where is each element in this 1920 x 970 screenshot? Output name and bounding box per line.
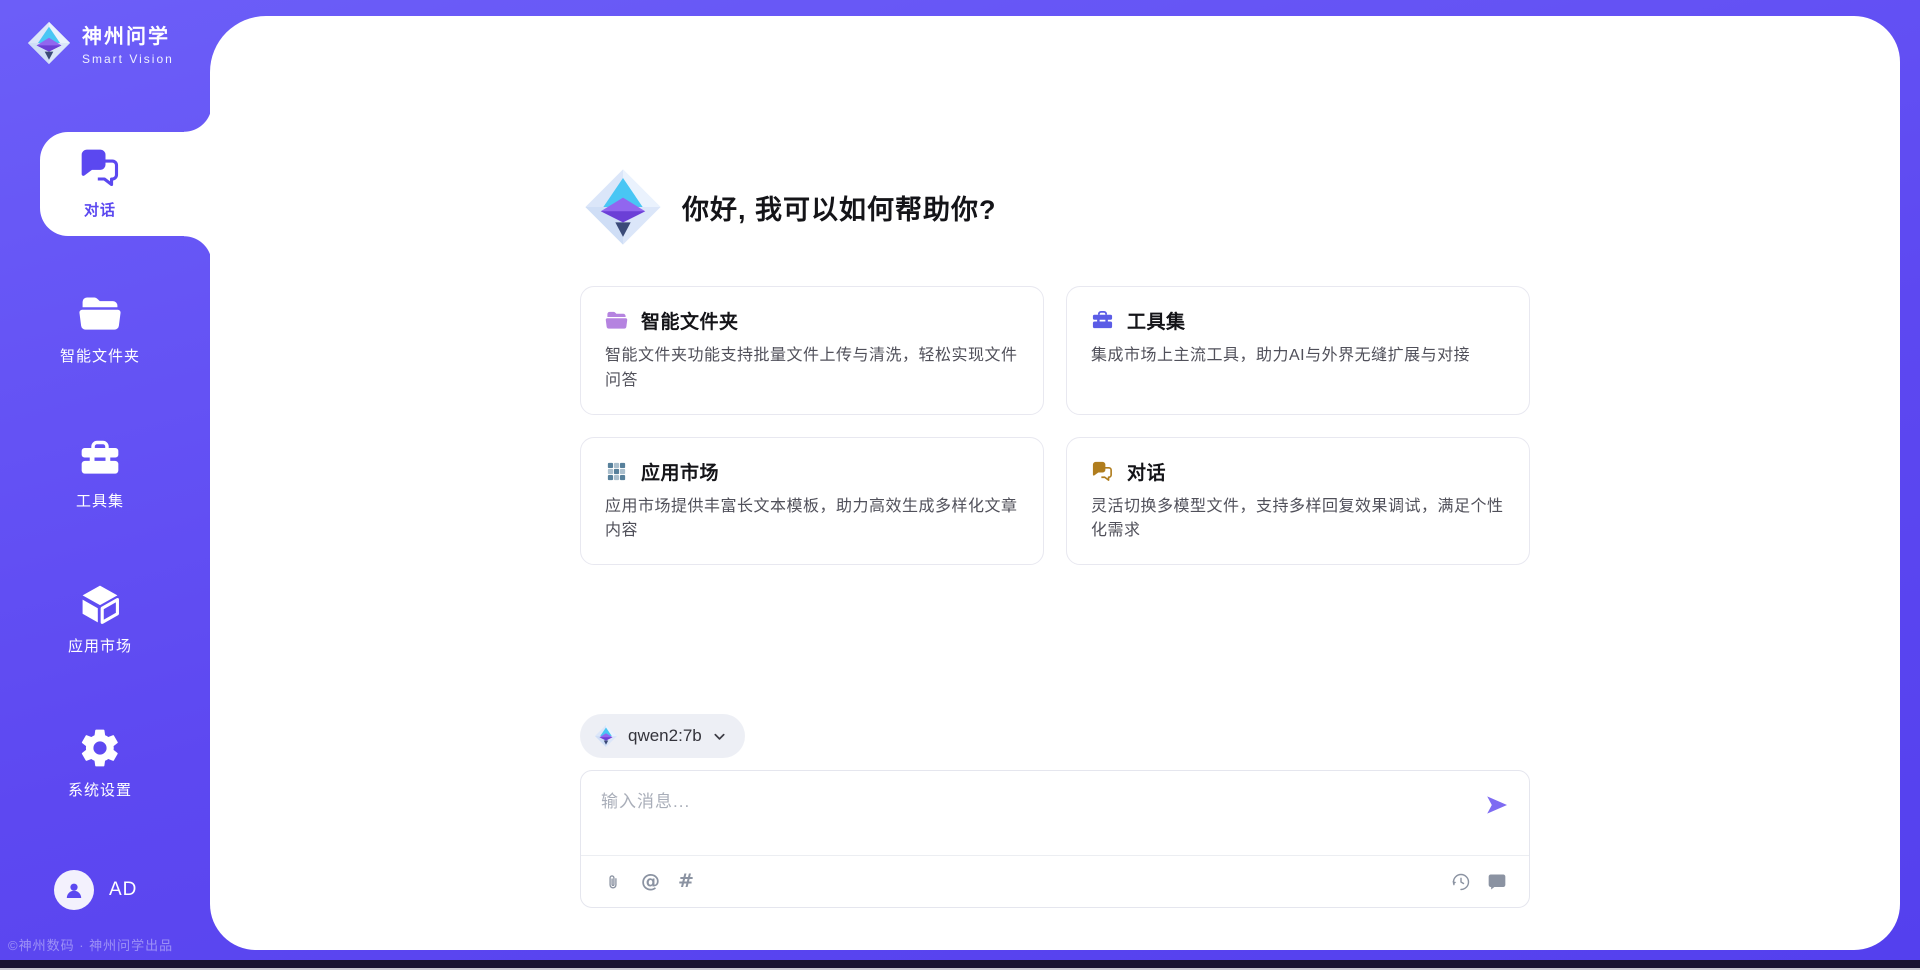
history-icon (1451, 872, 1471, 892)
greeting-title: 你好, 我可以如何帮助你? (682, 188, 997, 227)
chat-icon (78, 146, 122, 190)
sidebar-item-label: 系统设置 (68, 779, 132, 800)
sidebar-item-label: 应用市场 (68, 635, 132, 656)
chevron-down-icon (712, 729, 727, 744)
send-button[interactable] (1485, 793, 1509, 820)
sidebar-item-toolset[interactable]: 工具集 (0, 437, 200, 511)
gear-icon (78, 726, 122, 770)
sidebar-item-label: 对话 (84, 199, 116, 220)
avatar (54, 870, 94, 910)
main-panel: 你好, 我可以如何帮助你? 智能文件夹 智能文件夹功能支持批量文件上传与清洗，轻… (210, 16, 1900, 950)
brand-gem-icon (26, 20, 72, 66)
user-icon (62, 878, 86, 902)
grid-icon (605, 460, 628, 483)
composer: @ # (580, 770, 1530, 908)
message-mode-button[interactable] (1487, 872, 1507, 892)
sidebar-item-app-market[interactable]: 应用市场 (0, 582, 200, 656)
card-title: 工具集 (1127, 307, 1186, 334)
model-selector[interactable]: qwen2:7b (580, 714, 745, 758)
greeting: 你好, 我可以如何帮助你? (582, 166, 1530, 248)
folder-icon (78, 292, 122, 336)
message-icon (1487, 872, 1507, 892)
card-title: 智能文件夹 (641, 307, 739, 334)
feature-cards: 智能文件夹 智能文件夹功能支持批量文件上传与清洗，轻松实现文件问答 工具集 集成… (580, 286, 1530, 565)
card-description: 集成市场上主流工具，助力AI与外界无缝扩展与对接 (1091, 344, 1505, 369)
sidebar-item-settings[interactable]: 系统设置 (0, 726, 200, 800)
card-smart-folder[interactable]: 智能文件夹 智能文件夹功能支持批量文件上传与清洗，轻松实现文件问答 (580, 286, 1044, 415)
attachment-button[interactable] (603, 872, 623, 892)
card-title: 对话 (1127, 458, 1166, 485)
card-chat[interactable]: 对话 灵活切换多模型文件，支持多样回复效果调试，满足个性化需求 (1066, 437, 1530, 566)
message-input[interactable] (601, 787, 1475, 839)
chat-icon (1091, 460, 1114, 483)
send-icon (1485, 793, 1509, 817)
card-description: 灵活切换多模型文件，支持多样回复效果调试，满足个性化需求 (1091, 495, 1505, 545)
card-app-market[interactable]: 应用市场 应用市场提供丰富长文本模板，助力高效生成多样化文章内容 (580, 437, 1044, 566)
model-gem-icon (594, 724, 618, 748)
user-account[interactable]: AD (54, 870, 137, 910)
history-button[interactable] (1451, 872, 1471, 892)
brand: 神州问学 Smart Vision (26, 20, 174, 66)
greeting-gem-icon (582, 166, 664, 248)
folder-icon (605, 309, 628, 332)
card-description: 应用市场提供丰富长文本模板，助力高效生成多样化文章内容 (605, 495, 1019, 545)
toolbox-icon (78, 437, 122, 481)
copyright-footer: ©神州数码 · 神州问学出品 (8, 935, 208, 954)
user-name: AD (109, 879, 137, 901)
model-name: qwen2:7b (628, 726, 702, 746)
attachment-icon (603, 872, 623, 892)
brand-subtitle: Smart Vision (82, 52, 174, 66)
card-toolset[interactable]: 工具集 集成市场上主流工具，助力AI与外界无缝扩展与对接 (1066, 286, 1530, 415)
sidebar-item-label: 智能文件夹 (60, 345, 140, 366)
card-description: 智能文件夹功能支持批量文件上传与清洗，轻松实现文件问答 (605, 344, 1019, 394)
cube-icon (78, 582, 122, 626)
bottom-dark-strip (0, 960, 1920, 968)
sidebar-item-label: 工具集 (76, 490, 124, 511)
sidebar: 神州问学 Smart Vision 对话 智能文件夹 工具集 应用市场 系统设置… (0, 0, 210, 970)
mention-button[interactable]: @ (641, 872, 660, 891)
sidebar-item-smart-folder[interactable]: 智能文件夹 (0, 292, 200, 366)
card-title: 应用市场 (641, 458, 719, 485)
briefcase-icon (1091, 309, 1114, 332)
topic-button[interactable]: # (678, 872, 694, 891)
brand-name: 神州问学 (82, 20, 174, 49)
sidebar-item-chat[interactable]: 对话 (0, 146, 200, 220)
